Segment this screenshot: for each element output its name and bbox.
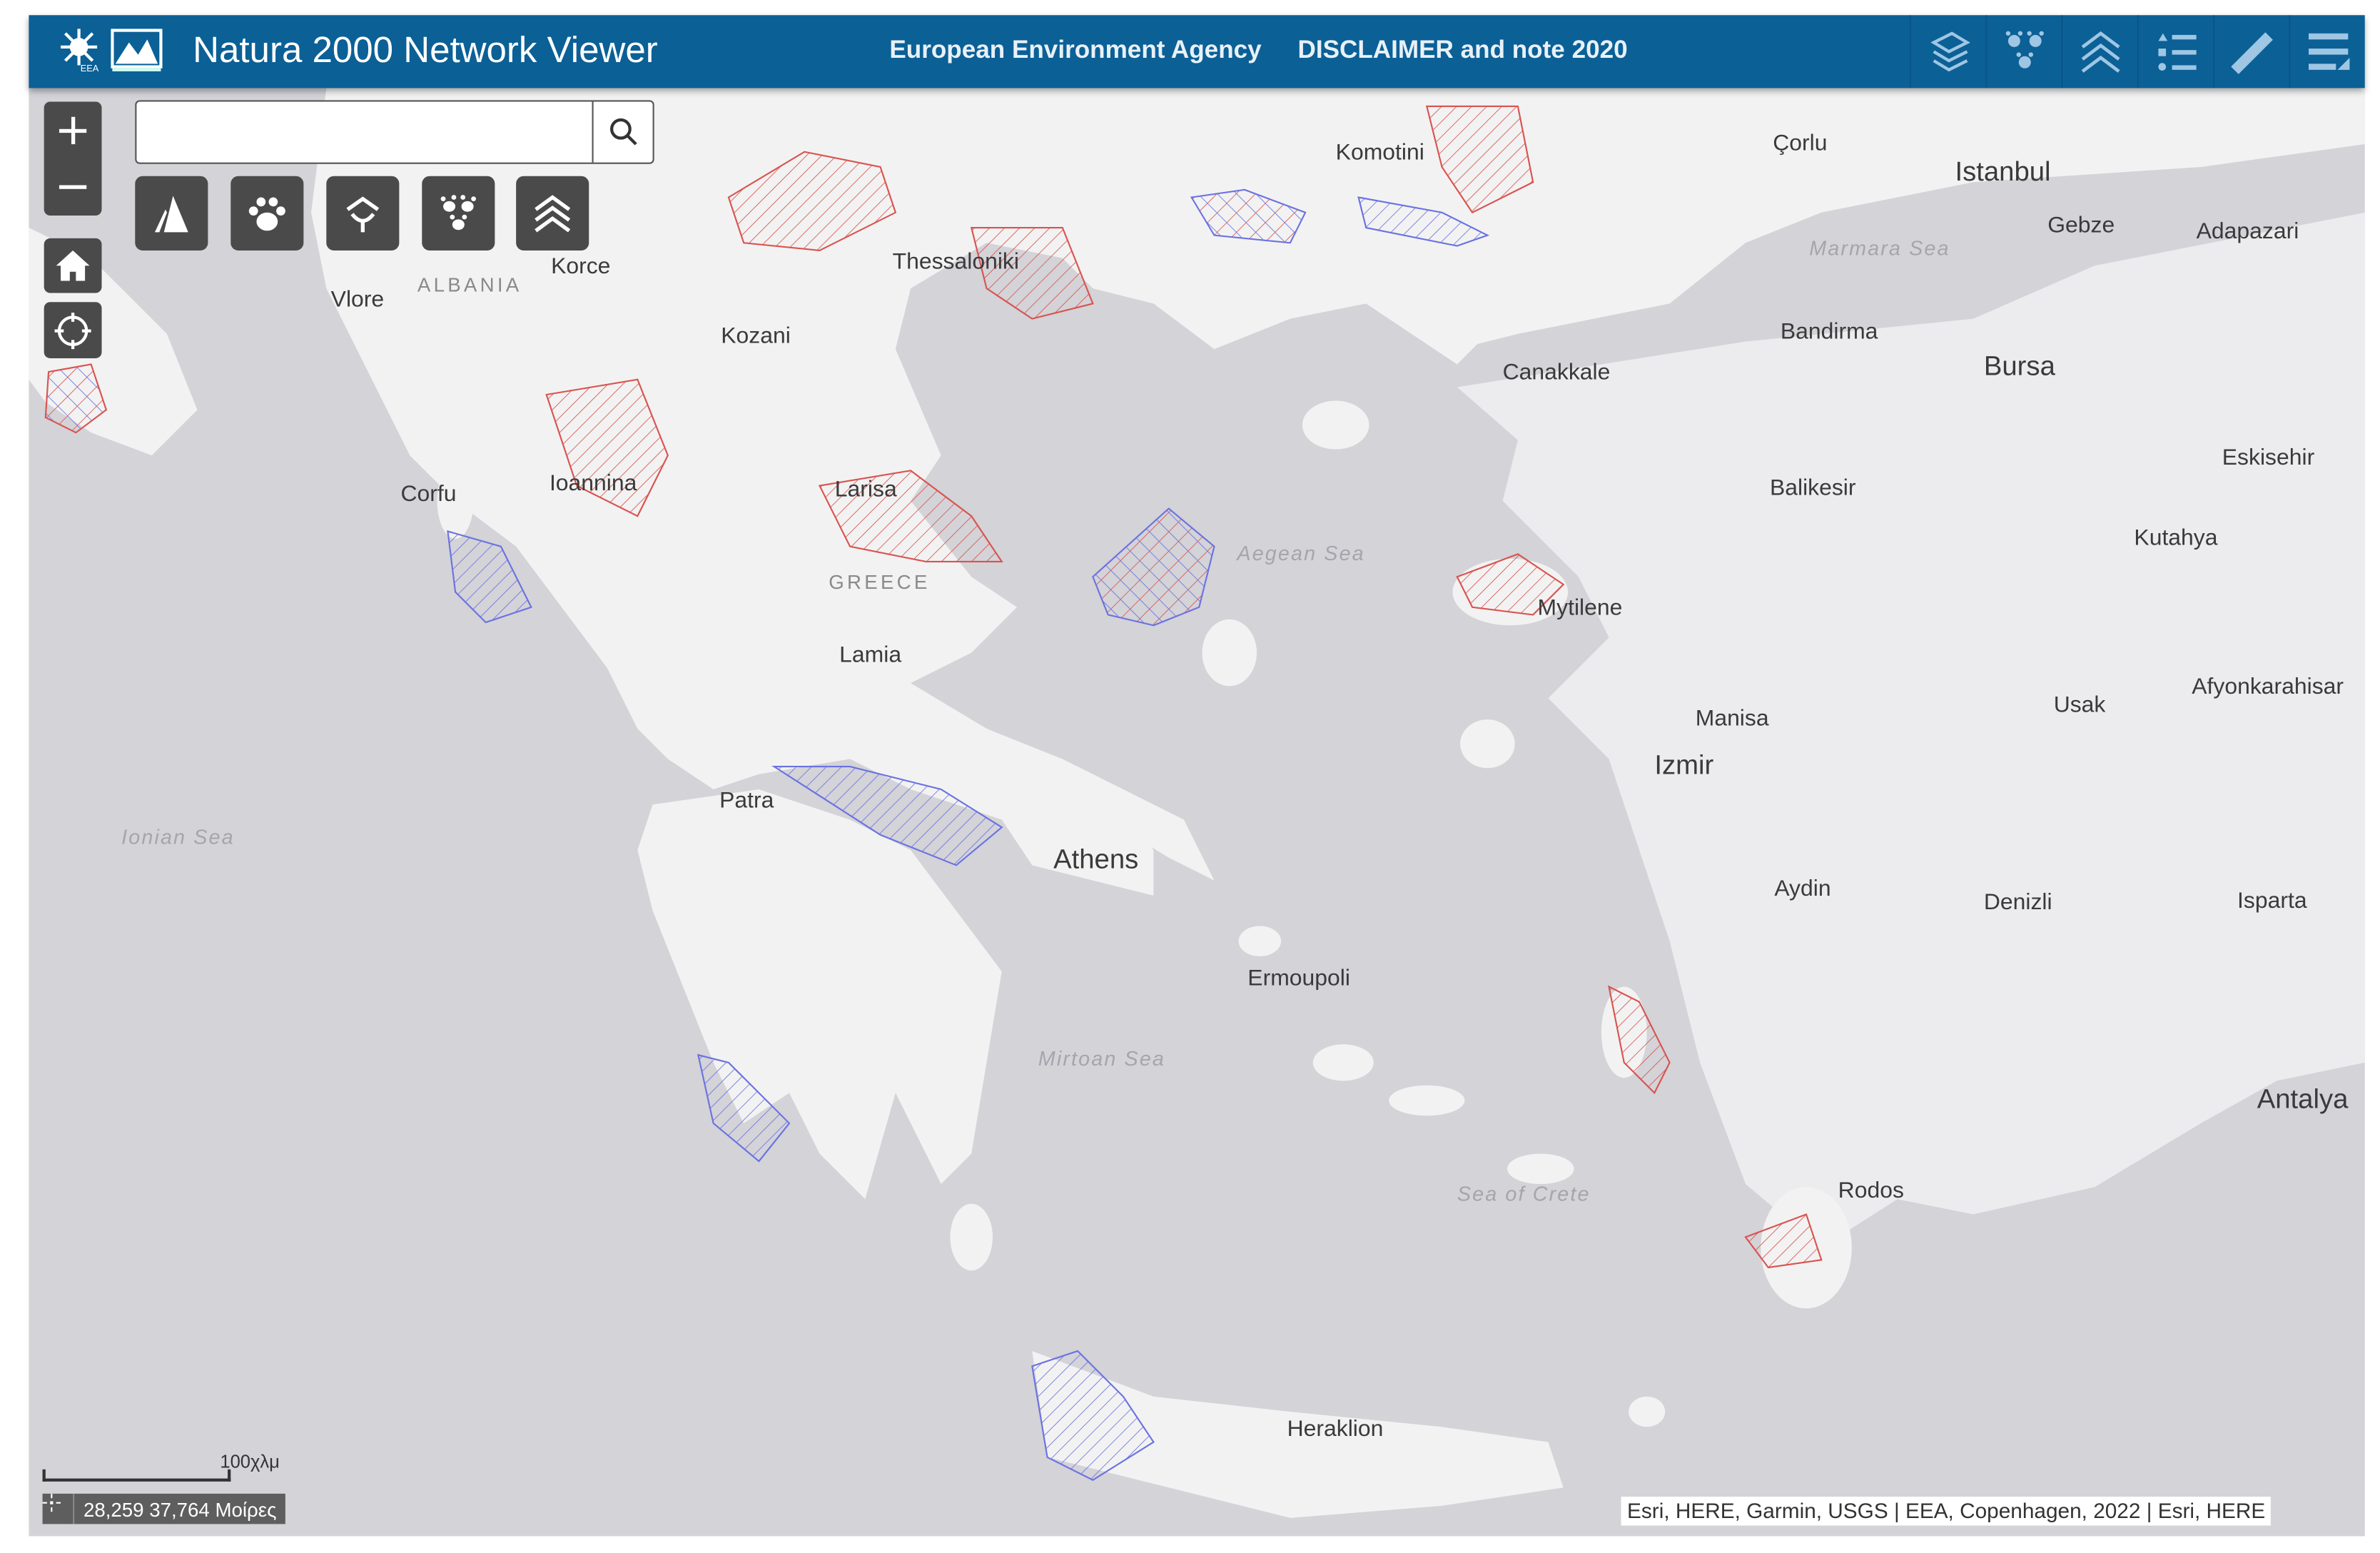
app: Komotini Çorlu Istanbul Gebze Adapazari Marma… (0, 0, 2380, 1553)
sites-tool-button[interactable] (135, 176, 208, 251)
sites-icon (154, 195, 188, 232)
map-label: Aydin (1774, 876, 1831, 902)
map-label: Denizli (1983, 889, 2052, 916)
menu-icon (2309, 33, 2350, 70)
habitat-tool-button[interactable] (326, 176, 400, 251)
map-label: Marmara Sea (1809, 236, 1950, 260)
map-label: Thessaloniki (892, 248, 1019, 275)
coordinate-text: 28,259 37,764 Μοίρες (83, 1497, 277, 1521)
measure-icon (2231, 32, 2273, 74)
layers-icon (1930, 31, 1970, 72)
eea-link[interactable]: European Environment Agency (889, 36, 1261, 65)
menu-button[interactable] (2289, 15, 2366, 88)
habitats-button[interactable] (2061, 15, 2138, 88)
map-label: Korce (551, 253, 611, 280)
map-label: Antalya (2257, 1083, 2349, 1115)
scale-bar-label: 100χλμ (220, 1451, 280, 1473)
map-label: Ioannina (549, 470, 637, 497)
map-label: Mirtoan Sea (1038, 1047, 1166, 1071)
zoom-in-button[interactable] (58, 103, 88, 159)
habitats-icon (2081, 31, 2120, 73)
habitats-tool-button[interactable] (516, 176, 589, 251)
map-label: Mytilene (1537, 595, 1623, 621)
legend-button[interactable] (2137, 15, 2214, 88)
app-title: Natura 2000 Network Viewer (193, 30, 658, 71)
map-label: Canakkale (1502, 360, 1611, 386)
search-icon (610, 118, 637, 146)
map-label: Çorlu (1773, 130, 1828, 157)
map-label: GREECE (829, 570, 931, 594)
map-label: Adapazari (2196, 218, 2299, 245)
map-label: Larisa (834, 476, 897, 503)
map-label: Balikesir (1769, 475, 1856, 501)
disclaimer-link[interactable]: DISCLAIMER and note 2020 (1297, 36, 1627, 65)
map-label: Kutahya (2134, 525, 2218, 552)
eea-logo: EEA (56, 27, 102, 74)
plus-icon (59, 116, 87, 145)
header-bar: EEA Natura 2000 Network Viewer European … (29, 15, 2366, 88)
map-label: Vlore (330, 286, 385, 313)
habitat-hand-icon (346, 196, 380, 232)
map-label: Ionian Sea (121, 826, 235, 849)
map-label: Kozani (721, 323, 791, 350)
map-label: Gebze (2047, 212, 2115, 238)
locate-button[interactable] (44, 302, 102, 358)
zoom-out-button[interactable] (58, 158, 88, 215)
zoom-control (44, 101, 102, 216)
home-button[interactable] (44, 238, 102, 293)
svg-text:EEA: EEA (81, 63, 99, 73)
legend-icon (2158, 33, 2197, 71)
home-icon (56, 250, 90, 281)
species-icon (2005, 31, 2044, 69)
search-box (135, 100, 654, 164)
map-label: Isparta (2237, 888, 2307, 914)
map-label: Corfu (400, 481, 457, 507)
map-label: Bandirma (1780, 318, 1878, 345)
scale-bar (42, 1469, 231, 1482)
multi-paw-icon (440, 194, 476, 230)
map-label: Afyonkarahisar (2192, 674, 2344, 700)
map-label: Ermoupoli (1247, 965, 1350, 991)
map-label: Bursa (1983, 350, 2055, 381)
map-label: Sea of Crete (1457, 1182, 1591, 1205)
map-label: Patra (719, 787, 774, 814)
map-label: Komotini (1335, 139, 1424, 166)
layers-button[interactable] (1909, 15, 1987, 88)
map-label: ALBANIA (417, 273, 522, 296)
map-label: Athens (1053, 844, 1139, 875)
paw-icon (248, 196, 285, 231)
species-button[interactable] (1985, 15, 2062, 88)
species-tool-button[interactable] (231, 176, 304, 251)
map-label: Manisa (1695, 706, 1769, 732)
locate-icon (54, 312, 91, 349)
map-label: Eskisehir (2222, 445, 2315, 471)
map-label: Istanbul (1955, 156, 2051, 187)
map-label: Izmir (1654, 749, 1714, 781)
attribution: Esri, HERE, Garmin, USGS | EEA, Copenhag… (1621, 1497, 2272, 1526)
natura2000-logo (111, 27, 163, 73)
minus-icon (59, 185, 87, 189)
measure-button[interactable] (2213, 15, 2290, 88)
crosshair-icon (42, 1493, 75, 1524)
map-label: Heraklion (1287, 1416, 1384, 1442)
search-input[interactable] (136, 101, 592, 163)
map-label: Lamia (839, 642, 902, 668)
coordinate-display[interactable]: 28,259 37,764 Μοίρες (42, 1493, 286, 1524)
map-label: Usak (2053, 692, 2106, 719)
search-button[interactable] (592, 101, 654, 163)
chevrons-icon (535, 194, 571, 232)
multi-species-tool-button[interactable] (422, 176, 495, 251)
map-label: Aegean Sea (1237, 542, 1365, 565)
map-label: Rodos (1838, 1178, 1904, 1204)
